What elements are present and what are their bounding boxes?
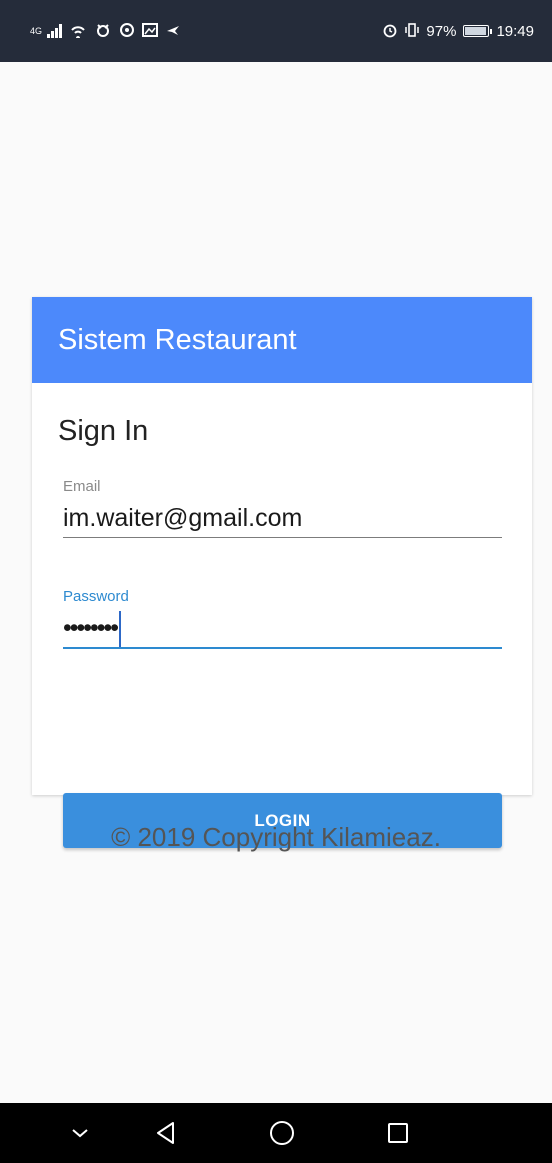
- password-label: Password: [63, 588, 129, 605]
- network-type: 4G: [30, 25, 43, 36]
- text-caret: [119, 611, 122, 648]
- login-card: Sistem Restaurant Sign In Email im.waite…: [32, 297, 532, 848]
- bird-icon: [165, 22, 181, 41]
- notification-icon: [94, 22, 112, 41]
- back-icon[interactable]: [146, 1103, 186, 1163]
- wifi-icon: [69, 22, 87, 41]
- hotspot-icon: [119, 22, 135, 41]
- navigation-bar: [0, 1103, 552, 1163]
- password-field-group: Password ••••••••: [63, 588, 502, 649]
- battery-icon: [463, 25, 493, 37]
- email-field-group: Email im.waiter@gmail.com: [63, 478, 502, 538]
- gallery-icon: [142, 22, 158, 41]
- status-right: 97% 19:49: [382, 22, 534, 41]
- status-left: 4G: [30, 22, 181, 41]
- home-icon[interactable]: [262, 1103, 302, 1163]
- battery-percent: 97%: [426, 22, 457, 40]
- app-title: Sistem Restaurant: [58, 323, 297, 356]
- signal-icon: [47, 24, 62, 38]
- card-header: Sistem Restaurant: [32, 297, 532, 383]
- email-value: im.waiter@gmail.com: [63, 504, 303, 532]
- alarm-icon: [382, 22, 398, 41]
- recents-icon[interactable]: [378, 1103, 418, 1163]
- vibrate-icon: [405, 22, 420, 41]
- email-field[interactable]: im.waiter@gmail.com: [63, 499, 502, 538]
- status-time: 19:49: [496, 22, 534, 40]
- copyright-text: © 2019 Copyright Kilamieaz.: [111, 822, 441, 852]
- email-label: Email: [63, 478, 101, 495]
- password-value: ••••••••: [63, 614, 119, 642]
- password-field[interactable]: ••••••••: [63, 609, 502, 649]
- chevron-down-icon[interactable]: [60, 1103, 100, 1163]
- status-bar: 4G 97% 19:49: [0, 0, 552, 62]
- sign-in-heading: Sign In: [58, 415, 149, 447]
